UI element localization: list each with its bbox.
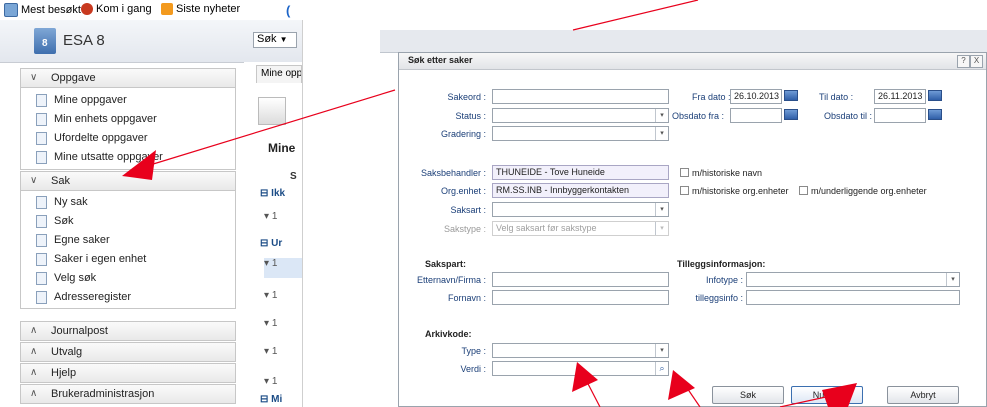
annotation-arrowhead [668,370,695,400]
annotation-arrowhead [572,362,598,392]
annotation-arrow-line [149,89,396,166]
annotation-arrows [122,0,857,407]
annotation-arrow-line [572,0,699,31]
annotation-arrowhead [122,150,156,180]
annotation-arrowhead [822,383,857,407]
